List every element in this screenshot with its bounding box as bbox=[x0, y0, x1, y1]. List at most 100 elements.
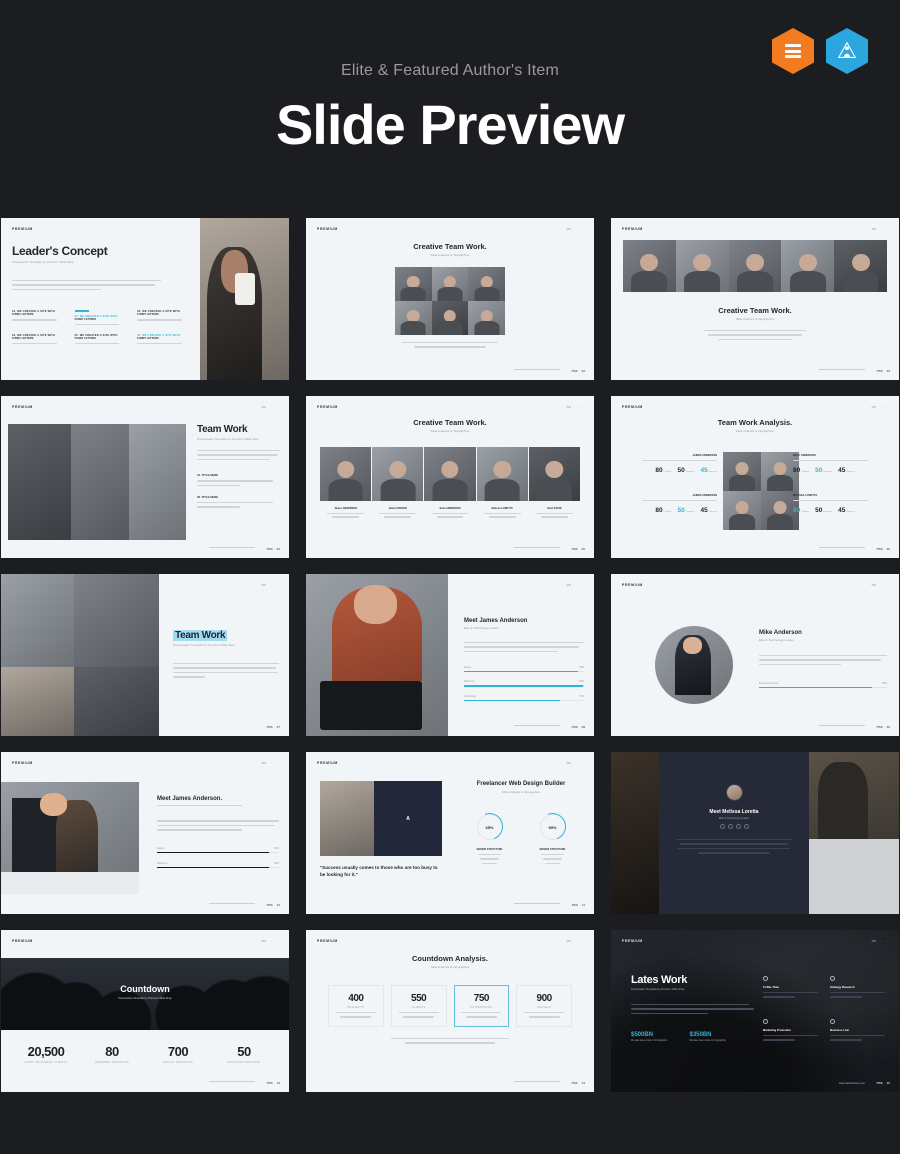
feature-item: Business Line bbox=[830, 1018, 887, 1044]
instagram-icon[interactable] bbox=[735, 824, 741, 829]
bar-value: 80% bbox=[274, 861, 279, 865]
analysis-block-right-1: BILLY ANDERSON 80Projects 50Progress 45S… bbox=[793, 454, 889, 474]
stat-value: 80 bbox=[793, 507, 801, 515]
ring-label: DESIGN STRUCTURE bbox=[539, 848, 566, 851]
slide-nav: PR ◦ ◦ bbox=[566, 227, 583, 231]
card-highlighted[interactable]: 750 PROMOTIONS bbox=[453, 985, 510, 1027]
slide-thumbnail-1[interactable]: PREMIUM Leader's Concept Presentation Te… bbox=[1, 218, 289, 380]
slide-footer-rule bbox=[819, 547, 865, 548]
slide-thumbnail-2[interactable]: PREMIUM PR ◦ ◦ Creative Team Work. Slide A… bbox=[306, 218, 594, 380]
concept-item: 03. WE CREATED A SITE WITH FUNNY LETTERS bbox=[137, 310, 192, 328]
stat-value: 80 bbox=[655, 467, 663, 475]
slide-title: Mike Anderson bbox=[759, 630, 802, 636]
slide-thumbnail-12[interactable]: Meet Melissa Loretta Elite & Technology … bbox=[611, 752, 899, 914]
slide-thumbnail-13[interactable]: PREMIUM PR ◦ ◦ Countdown Presentation Temp… bbox=[1, 930, 289, 1092]
slide-subtitle: Presentation Template by Premium Slide S… bbox=[173, 643, 235, 647]
slide-brand: PREMIUM bbox=[317, 761, 338, 765]
list-item: James ANDERSON bbox=[320, 507, 371, 518]
slide-photo bbox=[1, 782, 139, 894]
hero-banner: Countdown Presentation Template by Premi… bbox=[1, 958, 289, 1030]
slide-subtitle: Slide Analysis & Infographics bbox=[430, 253, 470, 257]
slide-url: www.websiteshop.com bbox=[838, 1082, 865, 1085]
twitter-icon[interactable] bbox=[727, 824, 733, 829]
slide-subtitle: Presentation Template by Premium Slide S… bbox=[118, 997, 172, 1000]
slide-nav: PR ◦ ◦ bbox=[871, 939, 888, 943]
stat-label: We take deep notice of infographics bbox=[689, 1040, 726, 1043]
stat-value: 50 bbox=[815, 507, 823, 515]
slide-thumbnail-7[interactable]: PR ◦ ◦ Team Work Presentation Template by … bbox=[1, 574, 289, 736]
ring-label: DESIGN STRUCTURE bbox=[476, 848, 503, 851]
stat-item: 50 SOLUTION PROCESS bbox=[211, 1044, 277, 1064]
slide-subtitle: Elite & Technology Leader bbox=[718, 817, 750, 820]
slide-title: Creative Team Work. bbox=[413, 418, 487, 427]
stat-label: SOCIAL PROJECTS bbox=[163, 1061, 193, 1064]
slide-page-number: PSS 11 bbox=[571, 903, 585, 907]
bar-label: Design bbox=[464, 666, 472, 670]
stat-value: 20,500 bbox=[27, 1044, 65, 1059]
analysis-block-left-2: JAMES ANDERSON 80Projects 50Progress 45S… bbox=[621, 494, 717, 514]
stat-unit: Progress bbox=[823, 511, 833, 514]
slide-footer-rule bbox=[514, 1081, 560, 1082]
stat-item: 80 AWARDED PROJECTS bbox=[79, 1044, 145, 1064]
slide-subtitle: Elite & Technology Leader bbox=[759, 638, 794, 642]
slide-thumbnail-6[interactable]: PREMIUM PR ◦ ◦ Team Work Analysis. Slide A… bbox=[611, 396, 899, 558]
skill-bars: Design 90% Marketing 80% bbox=[157, 847, 279, 868]
card[interactable]: 400 PROJECTS bbox=[328, 985, 384, 1027]
bar-label: Design bbox=[157, 846, 165, 850]
facebook-icon[interactable] bbox=[719, 824, 725, 829]
slide-thumbnail-15[interactable]: PREMIUM PR ◦ ◦ Lates Work Presentation Tem… bbox=[611, 930, 899, 1092]
linkedin-icon[interactable] bbox=[743, 824, 749, 829]
slide-subtitle: Presentation Template by Premium Slide S… bbox=[12, 260, 74, 264]
progress-bar bbox=[464, 685, 584, 687]
slide-photo-collage bbox=[8, 424, 186, 540]
card[interactable]: 550 CLIENTS bbox=[390, 985, 447, 1027]
slide-thumbnail-8[interactable]: PR ◦ ◦ Meet James Anderson Elite & Technol… bbox=[306, 574, 594, 736]
ring-charts: 65% DESIGN STRUCTURE 90% DESIGN STRUCTUR… bbox=[458, 814, 584, 865]
concept-item: 06. WE CREATED A SITE WITH FUNNY LETTERS bbox=[137, 334, 192, 347]
card-label: CLIENTS bbox=[411, 1006, 426, 1009]
team-photo-strip bbox=[623, 240, 887, 292]
slide-thumbnail-14[interactable]: PREMIUM PR ◦ ◦ Countdown Analysis. Slide A… bbox=[306, 930, 594, 1092]
ring-percent: 90% bbox=[548, 824, 557, 830]
card-value: 550 bbox=[411, 993, 427, 1004]
stat-unit: Projects bbox=[801, 511, 810, 514]
slide-subtitle: Slide Analysis & Infographics bbox=[501, 790, 541, 795]
person-name: JAMES ANDERSON bbox=[692, 494, 717, 497]
analysis-block-right-2: MELISSA LORETTA 80Projects 50Progress 45… bbox=[793, 494, 889, 514]
featured-author-icon bbox=[837, 41, 857, 58]
slide-page-number: PSS 13 bbox=[266, 1081, 280, 1085]
slide-footer-rule bbox=[819, 725, 865, 726]
slide-thumbnail-9[interactable]: PREMIUM PR ◦ ◦ Mike Anderson Elite & Techn… bbox=[611, 574, 899, 736]
stat-unit: Projects bbox=[663, 511, 672, 514]
avatar bbox=[725, 784, 743, 801]
stat-value: 80 bbox=[105, 1044, 119, 1059]
page-title: Slide Preview bbox=[275, 93, 625, 156]
slide-title: Meet James Anderson. bbox=[157, 796, 223, 802]
list-item: Sean ANDERSON bbox=[424, 507, 475, 518]
countdown-cards: 400 PROJECTS 550 CLIENTS 750 PROMOTIONS bbox=[328, 985, 572, 1027]
slide-thumbnail-5[interactable]: PREMIUM PR ◦ ◦ Creative Team Work. Slide A… bbox=[306, 396, 594, 558]
social-icons[interactable] bbox=[659, 824, 809, 829]
slide-thumbnail-4[interactable]: PREMIUM PR ◦ ◦ Team Work Presentation Temp… bbox=[1, 396, 289, 558]
list-item: Sean DAVID bbox=[529, 507, 580, 518]
slide-thumbnail-3[interactable]: PREMIUM PR ◦ ◦ Creative Team Work. Slide A… bbox=[611, 218, 899, 380]
card[interactable]: 900 SOCIALS bbox=[516, 985, 572, 1027]
slide-nav: PR ◦ ◦ bbox=[566, 583, 583, 587]
skill-bars: Design 90% Marketing 85% Technology 75% bbox=[464, 666, 584, 701]
stat-value: 700 bbox=[167, 1044, 189, 1059]
bar-value: 85% bbox=[579, 680, 584, 684]
author-badges bbox=[772, 28, 868, 74]
feature-item: Marketing Promotion bbox=[763, 1018, 820, 1044]
concept-label-2: FUNNY LETTERS bbox=[137, 337, 159, 341]
feature-grid: Coffee Time Strategy Research Marketing … bbox=[763, 976, 887, 1044]
slide-thumbnail-10[interactable]: PREMIUM PR ◦ ◦ Meet James Anderson. Design… bbox=[1, 752, 289, 914]
stat-item: 700 SOCIAL PROJECTS bbox=[145, 1044, 211, 1064]
slide-thumbnail-11[interactable]: PREMIUM PR ◦ ◦ A "Success usually comes to… bbox=[306, 752, 594, 914]
slide-nav: PR ◦ ◦ bbox=[566, 761, 583, 765]
slide-photo-collage bbox=[1, 574, 159, 736]
feature-title: Marketing Promotion bbox=[763, 1027, 791, 1032]
slide-brand: PREMIUM bbox=[622, 583, 643, 587]
slide-page-number: PSS 08 bbox=[571, 725, 585, 729]
bar-label: Marketing bbox=[157, 861, 168, 865]
bar-value: 90% bbox=[579, 666, 584, 670]
